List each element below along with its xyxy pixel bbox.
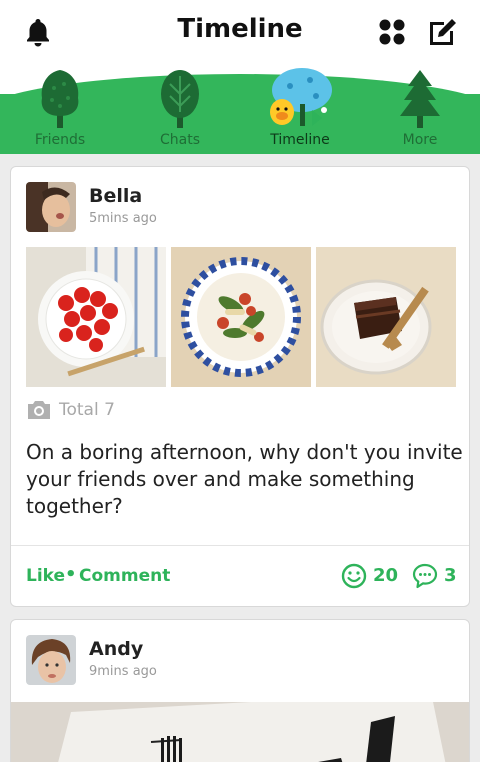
apps-grid-icon[interactable]	[376, 16, 408, 48]
compose-icon[interactable]	[426, 16, 458, 48]
avatar[interactable]	[26, 182, 76, 232]
tab-bar: Friends Chats Timeline More	[0, 64, 480, 154]
post-card: Andy 9mins ago	[10, 619, 470, 762]
camera-icon	[28, 401, 50, 419]
tab-label-chats: Chats	[159, 132, 200, 148]
like-count-value: 20	[373, 565, 399, 586]
post-time: 9mins ago	[89, 664, 157, 679]
friends-tree-icon	[41, 70, 79, 128]
speech-bubble-icon	[412, 563, 438, 589]
app-header: Timeline	[0, 0, 480, 64]
more-tree-icon	[400, 70, 440, 128]
photo-strawberries[interactable]	[26, 247, 166, 387]
timeline-tree-icon	[270, 68, 332, 126]
tab-chats[interactable]: Chats	[120, 64, 240, 154]
smiley-icon	[341, 563, 367, 589]
post-card: Bella 5mins ago Total 7 On a boring afte…	[10, 166, 470, 607]
post-text: On a boring afternoon, why don't you inv…	[26, 440, 463, 518]
post-photo[interactable]	[11, 702, 469, 762]
avatar[interactable]	[26, 635, 76, 685]
photo-total-label: Total 7	[59, 400, 115, 420]
post-author[interactable]: Bella	[89, 185, 142, 207]
tab-label-friends: Friends	[34, 132, 86, 148]
tab-friends[interactable]: Friends	[0, 64, 120, 154]
photo-salad[interactable]	[171, 247, 311, 387]
post-actions: Like • Comment 20 3	[11, 545, 469, 607]
tab-timeline[interactable]: Timeline	[240, 64, 360, 154]
tab-more[interactable]: More	[360, 64, 480, 154]
comment-count-value: 3	[444, 565, 457, 586]
comment-count[interactable]: 3	[412, 563, 462, 589]
post-time: 5mins ago	[89, 211, 157, 226]
like-button[interactable]: Like	[26, 566, 65, 586]
photo-strip	[26, 247, 456, 387]
separator-dot: •	[65, 564, 77, 585]
post-author[interactable]: Andy	[89, 638, 143, 660]
timeline-feed[interactable]: Bella 5mins ago Total 7 On a boring afte…	[0, 154, 480, 762]
tab-label-more: More	[402, 132, 438, 148]
photo-cake[interactable]	[316, 247, 456, 387]
tab-label-timeline: Timeline	[270, 132, 330, 148]
chats-tree-icon	[161, 70, 199, 128]
comment-button[interactable]: Comment	[79, 566, 170, 586]
like-count[interactable]: 20	[341, 563, 401, 589]
page-title: Timeline	[177, 14, 303, 44]
